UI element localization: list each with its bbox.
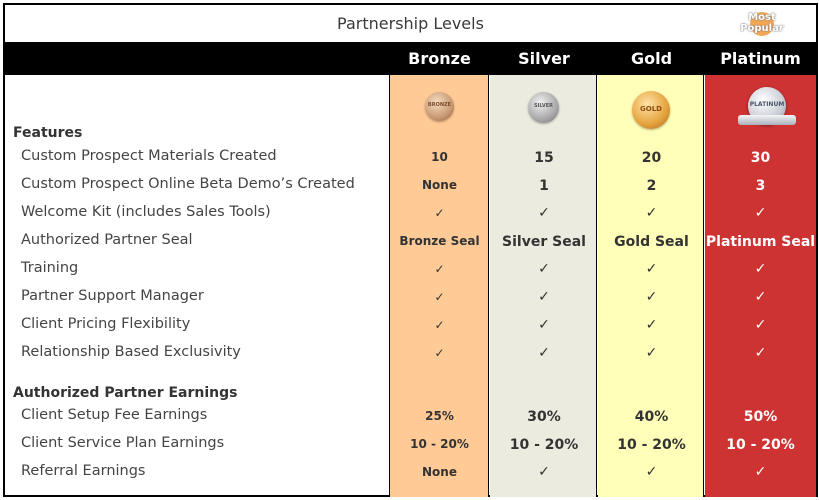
gold-check-icon: ✓ [645, 345, 658, 361]
platinum-value: Platinum Seal [705, 234, 816, 250]
bronze-check-icon: ✓ [434, 290, 445, 304]
row-label: Authorized Partner Seal [21, 232, 193, 248]
row-label: Partner Support Manager [21, 288, 204, 304]
bronze-check-icon: ✓ [434, 206, 445, 220]
tier-header-platinum: Platinum [720, 49, 801, 68]
earnings-section-title: Authorized Partner Earnings [13, 385, 238, 401]
badge-line-2: Popular [740, 23, 784, 34]
tier-header-silver: Silver [518, 49, 570, 68]
platinum-value: 10 - 20% [726, 437, 795, 453]
silver-check-icon: ✓ [538, 464, 550, 480]
platinum-medal-icon: PLATINUM [736, 87, 798, 135]
silver-check-icon: ✓ [538, 289, 550, 305]
bronze-value: 25% [425, 409, 454, 423]
bronze-value: 10 [431, 150, 448, 164]
silver-value: Silver Seal [502, 234, 586, 250]
bronze-check-icon: ✓ [434, 346, 445, 360]
features-section-title: Features [13, 125, 83, 141]
bronze-value: 10 - 20% [410, 437, 469, 451]
gold-value: 2 [646, 178, 657, 194]
row-label: Referral Earnings [21, 463, 146, 479]
silver-check-icon: ✓ [538, 317, 550, 333]
silver-column [490, 75, 597, 497]
platinum-check-icon: ✓ [754, 345, 767, 361]
row-label: Custom Prospect Materials Created [21, 148, 277, 164]
bronze-check-icon: ✓ [434, 262, 445, 276]
platinum-value: 3 [755, 178, 766, 194]
gold-value: 40% [634, 409, 669, 425]
platinum-check-icon: ✓ [754, 289, 767, 305]
gold-check-icon: ✓ [645, 317, 658, 333]
silver-value: 30% [527, 409, 561, 425]
platinum-check-icon: ✓ [754, 261, 767, 277]
silver-check-icon: ✓ [538, 205, 550, 221]
gold-value: 20 [641, 150, 662, 166]
tier-header-row: Bronze Silver Gold Platinum [5, 42, 816, 75]
bronze-value: None [422, 465, 457, 479]
title-row: Partnership Levels Most Popular [5, 5, 816, 42]
silver-medal-icon: SILVER [528, 92, 559, 123]
platinum-value: 50% [743, 409, 778, 425]
bronze-value: None [422, 178, 457, 192]
bronze-check-icon: ✓ [434, 318, 445, 332]
silver-check-icon: ✓ [538, 345, 550, 361]
gold-check-icon: ✓ [645, 261, 658, 277]
most-popular-badge: Most Popular [738, 9, 786, 39]
silver-check-icon: ✓ [538, 261, 550, 277]
platinum-check-icon: ✓ [754, 464, 767, 480]
gold-check-icon: ✓ [645, 289, 658, 305]
tier-header-gold: Gold [630, 49, 673, 68]
row-label: Relationship Based Exclusivity [21, 344, 241, 360]
row-label: Client Service Plan Earnings [21, 435, 225, 451]
bronze-column [389, 75, 489, 497]
badge-line-1: Most [748, 12, 776, 23]
bronze-medal-icon: BRONZE [425, 92, 454, 121]
silver-value: 10 - 20% [509, 437, 579, 453]
platinum-column [705, 75, 816, 497]
row-label: Training [21, 260, 79, 276]
gold-medal-icon: GOLD [632, 91, 670, 129]
platinum-value: 30 [750, 150, 771, 166]
table-title: Partnership Levels [337, 14, 484, 33]
platinum-check-icon: ✓ [754, 205, 767, 221]
row-label: Client Setup Fee Earnings [21, 407, 208, 423]
row-label: Welcome Kit (includes Sales Tools) [21, 204, 271, 220]
tier-header-bronze: Bronze [408, 49, 471, 68]
gold-value: Gold Seal [614, 234, 689, 250]
silver-value: 1 [539, 178, 549, 194]
row-label: Client Pricing Flexibility [21, 316, 191, 332]
gold-check-icon: ✓ [645, 464, 658, 480]
row-label: Custom Prospect Online Beta Demo’s Creat… [21, 176, 355, 192]
partnership-levels-table: Partnership Levels Most Popular Bronze S… [3, 3, 818, 497]
gold-column [598, 75, 704, 497]
bronze-value: Bronze Seal [399, 234, 480, 248]
platinum-ribbon-icon [738, 115, 796, 125]
silver-value: 15 [534, 150, 554, 166]
platinum-check-icon: ✓ [754, 317, 767, 333]
gold-check-icon: ✓ [645, 205, 658, 221]
gold-value: 10 - 20% [617, 437, 686, 453]
